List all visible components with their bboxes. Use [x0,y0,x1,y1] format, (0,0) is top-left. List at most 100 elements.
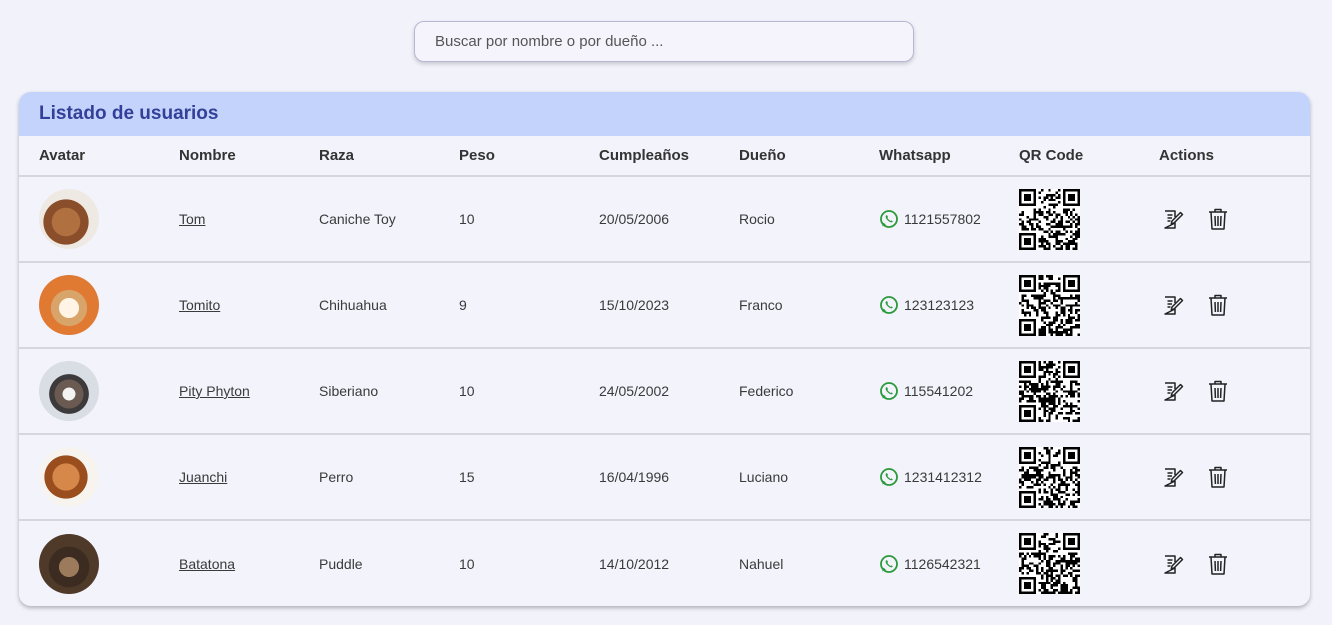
users-table: Avatar Nombre Raza Peso Cumpleaños Dueño… [19,136,1310,606]
whatsapp-link[interactable]: 123123123 [879,295,998,315]
cumpleanos-cell: 15/10/2023 [579,262,719,349]
whatsapp-cell: 115541202 [859,348,999,435]
whatsapp-link[interactable]: 1126542321 [879,554,998,574]
dueno-cell: Rocio [719,176,859,263]
whatsapp-link[interactable]: 115541202 [879,381,998,401]
qr-cell [999,520,1139,606]
dueno-cell: Federico [719,348,859,435]
users-card: Listado de usuarios Avatar Nombre Raza P… [19,92,1310,606]
table-row: Tom Caniche Toy 10 20/05/2006 Rocio 1121… [19,176,1310,263]
search-box[interactable] [414,21,914,62]
whatsapp-icon [880,210,898,228]
whatsapp-icon [880,296,898,314]
nombre-cell: Tom [159,176,299,263]
table-row: Juanchi Perro 15 16/04/1996 Luciano 1231… [19,434,1310,521]
qr-cell [999,262,1139,349]
delete-button[interactable] [1207,293,1229,317]
actions-cell [1139,520,1310,606]
row-actions [1159,207,1309,231]
qr-code[interactable] [1019,360,1080,422]
avatar [39,447,99,507]
raza-cell: Siberiano [299,348,439,435]
avatar [39,275,99,335]
whatsapp-number: 115541202 [904,383,974,399]
whatsapp-cell: 1126542321 [859,520,999,606]
qr-cell [999,434,1139,521]
nombre-cell: Pity Phyton [159,348,299,435]
actions-cell [1139,176,1310,263]
peso-cell: 9 [439,262,579,349]
pet-name-link[interactable]: Tom [179,211,205,227]
edit-button[interactable] [1161,379,1185,403]
qr-cell [999,176,1139,263]
avatar-cell [19,434,159,521]
qr-code[interactable] [1019,533,1080,594]
raza-cell: Chihuahua [299,262,439,349]
whatsapp-number: 1231412312 [904,469,982,485]
whatsapp-link[interactable]: 1121557802 [879,209,998,229]
actions-cell [1139,262,1310,349]
row-actions [1159,552,1309,576]
qr-code[interactable] [1019,274,1080,336]
whatsapp-icon [880,554,898,573]
raza-cell: Puddle [319,555,363,572]
avatar [39,533,99,594]
actions-cell [1139,348,1310,435]
delete-button[interactable] [1207,465,1229,489]
peso-cell: 10 [439,176,579,263]
whatsapp-icon [880,468,898,486]
row-actions [1159,293,1309,317]
actions-cell [1139,434,1310,521]
whatsapp-link[interactable]: 1231412312 [879,467,998,487]
pet-name-link[interactable]: Juanchi [179,469,227,485]
dueno-cell: Nahuel [739,555,784,572]
table-row: Batatona Puddle 10 14/10/2012 Nahuel 112… [19,520,1310,606]
avatar [39,189,99,249]
edit-icon [1164,296,1184,315]
whatsapp-icon [880,382,898,400]
col-header-actions: Actions [1139,136,1310,177]
edit-button[interactable] [1161,293,1185,317]
col-header-dueno: Dueño [719,136,859,177]
table-header-row: Avatar Nombre Raza Peso Cumpleaños Dueño… [19,136,1310,177]
whatsapp-number: 123123123 [904,297,975,313]
pet-name-link[interactable]: Pity Phyton [179,383,250,399]
dueno-cell: Luciano [719,434,859,521]
delete-button[interactable] [1207,379,1229,403]
edit-icon [1164,468,1184,487]
trash-icon [1209,466,1227,488]
pet-name-link[interactable]: Tomito [179,297,220,313]
nombre-cell: Juanchi [159,434,299,521]
pet-name-link[interactable]: Batatona [179,556,235,572]
qr-cell [999,348,1139,435]
delete-button[interactable] [1207,552,1229,576]
avatar-cell [19,520,159,606]
edit-button[interactable] [1161,552,1185,576]
peso-cell: 10 [459,555,475,572]
edit-icon [1164,554,1184,574]
dueno-cell: Franco [719,262,859,349]
whatsapp-number: 1121557802 [904,211,981,227]
whatsapp-cell: 1121557802 [859,176,999,263]
delete-button[interactable] [1207,207,1229,231]
table-row: Pity Phyton Siberiano 10 24/05/2002 Fede… [19,348,1310,435]
col-header-cumpleanos: Cumpleaños [579,136,719,177]
cumpleanos-cell: 20/05/2006 [579,176,719,263]
qr-code[interactable] [1019,188,1080,250]
row-actions [1159,465,1309,489]
trash-icon [1209,294,1227,316]
raza-cell: Caniche Toy [299,176,439,263]
avatar-cell [19,348,159,435]
edit-button[interactable] [1161,207,1185,231]
trash-icon [1209,208,1227,230]
qr-code[interactable] [1019,446,1080,508]
whatsapp-cell: 1231412312 [859,434,999,521]
col-header-nombre: Nombre [159,136,299,177]
col-header-qr: QR Code [999,136,1139,177]
search-input[interactable] [415,22,913,61]
whatsapp-number: 1126542321 [904,555,981,572]
card-title: Listado de usuarios [39,103,219,124]
edit-icon [1164,382,1184,401]
card-header: Listado de usuarios [19,92,1310,136]
edit-button[interactable] [1161,465,1185,489]
